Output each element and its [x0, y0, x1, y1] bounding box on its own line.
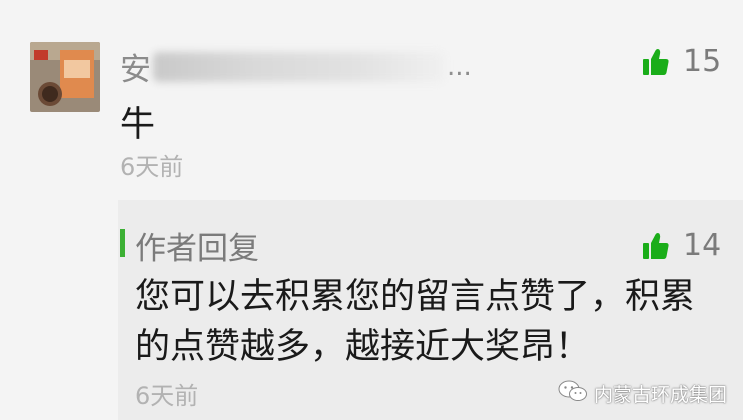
thumbs-up-icon [643, 232, 669, 260]
commenter-name[interactable]: 安 ... [120, 44, 472, 89]
thumbs-up-icon [643, 48, 669, 76]
commenter-name-text: 安 [120, 52, 151, 88]
comment-like-button[interactable]: 15 [643, 44, 721, 79]
watermark: 内蒙古环成集团 [558, 380, 727, 407]
reply-title: 作者回复 [135, 231, 259, 267]
wechat-logo-icon [558, 380, 588, 407]
comment-text: 牛 [120, 105, 156, 145]
name-ellipsis: ... [447, 51, 472, 82]
reply-accent-bar [120, 229, 125, 257]
blurred-name-area [153, 51, 445, 82]
comment-like-count: 15 [683, 44, 722, 79]
avatar[interactable] [30, 42, 100, 112]
reply-like-button[interactable]: 14 [643, 228, 721, 263]
watermark-text: 内蒙古环成集团 [593, 384, 727, 406]
reply-time: 6天前 [135, 382, 199, 410]
reply-like-count: 14 [683, 228, 722, 263]
comment-time: 6天前 [120, 153, 184, 181]
reply-text: 您可以去积累您的留言点赞了，积累的点赞越多，越接近大奖昂！ [135, 277, 696, 367]
